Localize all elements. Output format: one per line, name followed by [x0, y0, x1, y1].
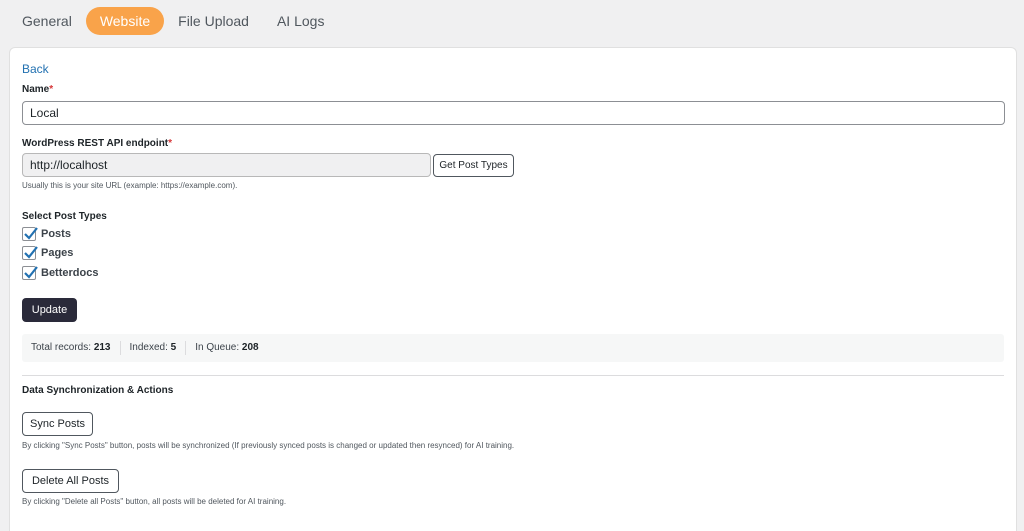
records-stats-bar: Total records: 213 Indexed: 5 In Queue: … [22, 334, 1004, 362]
checkbox[interactable] [22, 266, 38, 280]
checkmark-icon [24, 266, 38, 279]
required-mark: * [49, 84, 54, 95]
post-type-posts[interactable]: Posts [22, 227, 71, 241]
checkbox[interactable] [22, 227, 38, 241]
tab-file-upload[interactable]: File Upload [164, 7, 263, 35]
required-mark: * [168, 138, 173, 149]
sync-posts-button[interactable]: Sync Posts [22, 412, 93, 436]
post-type-betterdocs[interactable]: Betterdocs [22, 266, 98, 280]
endpoint-label: WordPress REST API endpoint* [22, 138, 172, 149]
post-type-pages[interactable]: Pages [22, 246, 73, 260]
get-post-types-button[interactable]: Get Post Types [433, 154, 514, 177]
stat-indexed-label: Indexed: [129, 342, 168, 353]
update-button[interactable]: Update [22, 298, 77, 322]
endpoint-label-text: WordPress REST API endpoint [22, 138, 169, 149]
tab-ai-logs[interactable]: AI Logs [263, 7, 338, 35]
stat-indexed-value: 5 [170, 342, 177, 353]
name-label: Name* [22, 84, 53, 95]
sync-section-title: Data Synchronization & Actions [22, 385, 174, 396]
tab-general[interactable]: General [8, 7, 86, 35]
stat-total-records: Total records: 213 [22, 341, 121, 355]
checkmark-icon [24, 227, 38, 240]
website-settings-card: Back Name* Local WordPress REST API endp… [9, 47, 1017, 531]
back-link[interactable]: Back [22, 62, 49, 76]
stat-in-queue: In Queue: 208 [186, 341, 267, 355]
checkmark-icon [24, 246, 38, 259]
stat-queue-value: 208 [241, 342, 259, 353]
post-type-label: Posts [41, 228, 71, 240]
stat-indexed: Indexed: 5 [121, 341, 187, 355]
stat-queue-label: In Queue: [195, 342, 240, 353]
endpoint-input[interactable]: http://localhost [22, 153, 431, 177]
post-type-label: Pages [41, 247, 74, 259]
tab-bar: General Website File Upload AI Logs [8, 7, 338, 35]
sync-help-text: By clicking "Sync Posts" button, posts w… [22, 441, 515, 450]
endpoint-help-text: Usually this is your site URL (example: … [22, 181, 238, 190]
checkbox[interactable] [22, 246, 38, 260]
post-type-label: Betterdocs [41, 267, 99, 279]
stat-total-label: Total records: [31, 342, 92, 353]
delete-all-posts-button[interactable]: Delete All Posts [22, 469, 119, 493]
name-input[interactable]: Local [22, 101, 1005, 125]
stat-total-value: 213 [93, 342, 111, 353]
delete-help-text: By clicking "Delete all Posts" button, a… [22, 497, 287, 506]
tab-website[interactable]: Website [85, 7, 165, 35]
post-types-label: Select Post Types [22, 211, 107, 222]
name-label-text: Name [22, 84, 50, 95]
section-divider [22, 375, 1004, 376]
